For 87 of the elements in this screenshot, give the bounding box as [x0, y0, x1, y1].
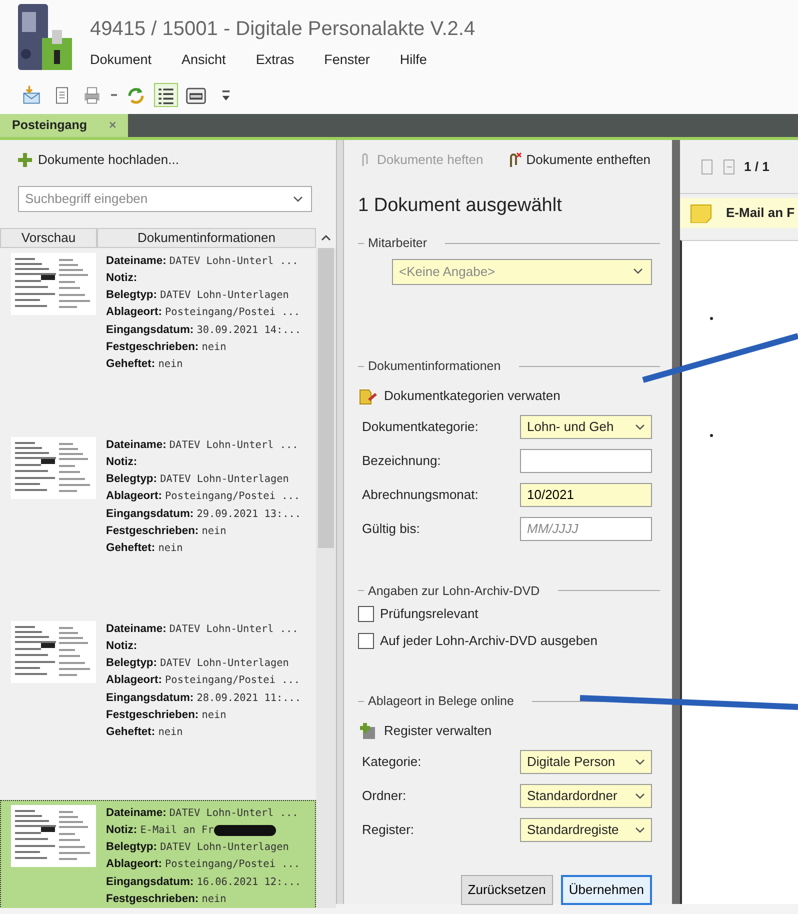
field-label: Kategorie: — [362, 753, 422, 772]
field-line: Belegtyp: DATEV Lohn-Unterlagen — [106, 288, 290, 304]
menu-item[interactable]: Fenster — [324, 50, 370, 70]
field-line: Dateiname: DATEV Lohn-Unterl ... — [106, 622, 300, 636]
field-line: Dateiname: DATEV Lohn-Unterl ... — [106, 806, 300, 820]
field-line: Notiz: — [106, 454, 138, 470]
column-header[interactable]: Vorschau — [0, 228, 97, 248]
field-line: Eingangsdatum: 30.09.2021 14:... — [106, 322, 302, 338]
field-label: Abrechnungsmonat: — [362, 486, 480, 504]
manage-link[interactable]: Register verwalten — [358, 717, 492, 745]
field-line: Ablageort: Posteingang/Postei ... — [106, 673, 301, 688]
input-field[interactable] — [520, 448, 652, 472]
page-forward-icon[interactable] — [722, 158, 736, 176]
folder-edit-icon — [358, 386, 378, 404]
field-label: Dokumentkategorie: — [362, 418, 480, 436]
checkbox-label: Prüfungsrelevant — [380, 605, 478, 623]
tab[interactable]: Posteingang × — [0, 114, 128, 137]
mail-download-icon — [21, 84, 43, 106]
dropdown-field[interactable]: Digitale Person — [520, 750, 652, 774]
menu-item[interactable]: Extras — [256, 50, 294, 70]
toolbar-button[interactable] — [154, 83, 178, 107]
dot-mark — [710, 434, 713, 437]
form-button[interactable]: Übernehmen — [560, 875, 652, 904]
menu-item[interactable]: Ansicht — [182, 50, 226, 70]
group-legend: Dokumentinformationen — [368, 356, 501, 376]
checkbox[interactable] — [358, 606, 374, 622]
field-line: Dateiname: DATEV Lohn-Unterl ... — [106, 254, 300, 268]
field-line: Dateiname: DATEV Lohn-Unterl ... — [106, 438, 300, 452]
dropdown-field[interactable]: Standardordner — [520, 784, 652, 808]
tab-label: Posteingang — [12, 117, 88, 134]
field-line: Eingangsdatum: 28.09.2021 11:... — [106, 690, 302, 706]
field-line: Ablageort: Posteingang/Postei ... — [106, 305, 301, 320]
document-item[interactable]: Dateiname: DATEV Lohn-Unterl ... Notiz: E-Mail an Fr Belegtyp: DATEV Lohn-Unterlagen Ablageort: Posteingang/Postei ... Eingangsdatum: 16.06.2021 12:... Festgeschrieben: nein — [0, 800, 316, 908]
upload-link[interactable]: Dokumente hochladen... — [0, 140, 197, 180]
manage-link[interactable]: Dokumentkategorien verwaten — [358, 382, 560, 410]
dropdown-icon[interactable] — [110, 91, 118, 99]
input-field[interactable]: MM/JJJJ — [520, 516, 652, 540]
document-item[interactable]: Dateiname: DATEV Lohn-Unterl ... Notiz: Belegtyp: DATEV Lohn-Unterlagen Ablageort: Posteingang/Postei ... Eingangsdatum: 30.09.2021 14:... Festgeschrieben: nein Geheftet: nein — [0, 248, 316, 432]
group-legend: Mitarbeiter — [368, 234, 428, 253]
page-counter: 1 / 1 — [744, 158, 770, 176]
plus-icon — [18, 152, 32, 167]
field-line: Belegtyp: DATEV Lohn-Unterlagen — [106, 472, 290, 488]
sticky-note-icon — [690, 203, 712, 223]
checkbox-label: Auf jeder Lohn-Archiv-DVD ausgeben — [380, 632, 598, 650]
field-label: Gültig bis: — [362, 520, 421, 538]
field-line: Notiz: — [106, 270, 138, 286]
field-line: Festgeschrieben: nein — [106, 892, 228, 907]
field-line: Geheftet: nein — [106, 725, 184, 740]
field-label: Bezeichnung: — [362, 452, 442, 470]
scrollbar[interactable] — [316, 248, 336, 908]
dropdown-field[interactable]: Lohn- und Geh — [520, 414, 652, 438]
note-text: E-Mail an F — [726, 204, 795, 222]
field-label: Register: — [362, 821, 416, 840]
field-line: Eingangsdatum: 16.06.2021 12:... — [106, 874, 302, 890]
field-line: Eingangsdatum: 29.09.2021 13:... — [106, 506, 302, 522]
field-line: Geheftet: nein — [106, 541, 184, 556]
menu-item[interactable]: Dokument — [90, 50, 152, 70]
field-line: Belegtyp: DATEV Lohn-Unterlagen — [106, 840, 290, 856]
dropdown-field[interactable]: Standardregiste — [520, 818, 652, 842]
menu-item[interactable]: Hilfe — [400, 50, 427, 70]
field-line: Ablageort: Posteingang/Postei ... — [106, 489, 301, 504]
field-line: Festgeschrieben: nein — [106, 340, 228, 355]
field-line: Ablageort: Posteingang/Postei ... — [106, 857, 301, 872]
input-field[interactable]: 10/2021 — [520, 482, 652, 506]
panel-heading: 1 Dokument ausgewählt — [358, 194, 563, 218]
page-back-icon[interactable] — [700, 158, 714, 176]
column-header[interactable]: Dokumentinformationen — [97, 228, 316, 248]
field-line: Belegtyp: DATEV Lohn-Unterlagen — [106, 656, 290, 672]
window-title: 49415 / 15001 - Digitale Personalakte V.2.4 — [90, 17, 476, 42]
field-line: Geheftet: nein — [106, 357, 184, 372]
field-line: Notiz: — [106, 638, 138, 654]
field-line: Notiz: E-Mail an Fr — [106, 822, 214, 838]
group-legend: Angaben zur Lohn-Archiv-DVD — [368, 582, 540, 600]
field-label: Ordner: — [362, 787, 408, 806]
paperclip-remove-icon — [507, 152, 522, 168]
field-line: Festgeschrieben: nein — [106, 708, 228, 723]
document-item[interactable]: Dateiname: DATEV Lohn-Unterl ... Notiz: Belegtyp: DATEV Lohn-Unterlagen Ablageort: Posteingang/Postei ... Eingangsdatum: 29.09.2021 13:... Festgeschrieben: nein Geheftet: nein — [0, 432, 316, 616]
group-legend: Ablageort in Belege online — [368, 692, 514, 711]
document-item[interactable]: Dateiname: DATEV Lohn-Unterl ... Notiz: Belegtyp: DATEV Lohn-Unterlagen Ablageort: Posteingang/Postei ... Eingangsdatum: 28.09.2021 11:... Festgeschrieben: nein Geheftet: nein — [0, 616, 316, 800]
form-button[interactable]: Zurücksetzen — [460, 875, 553, 904]
unstaple-button[interactable]: Dokumente entheften — [507, 150, 651, 170]
field-line: Festgeschrieben: nein — [106, 524, 228, 539]
dot-mark — [710, 317, 713, 320]
search-field[interactable]: Suchbegriff eingeben — [18, 186, 312, 212]
checkbox[interactable] — [358, 632, 374, 649]
register-add-icon — [358, 722, 378, 740]
scrollbar-thumb[interactable] — [318, 248, 334, 548]
